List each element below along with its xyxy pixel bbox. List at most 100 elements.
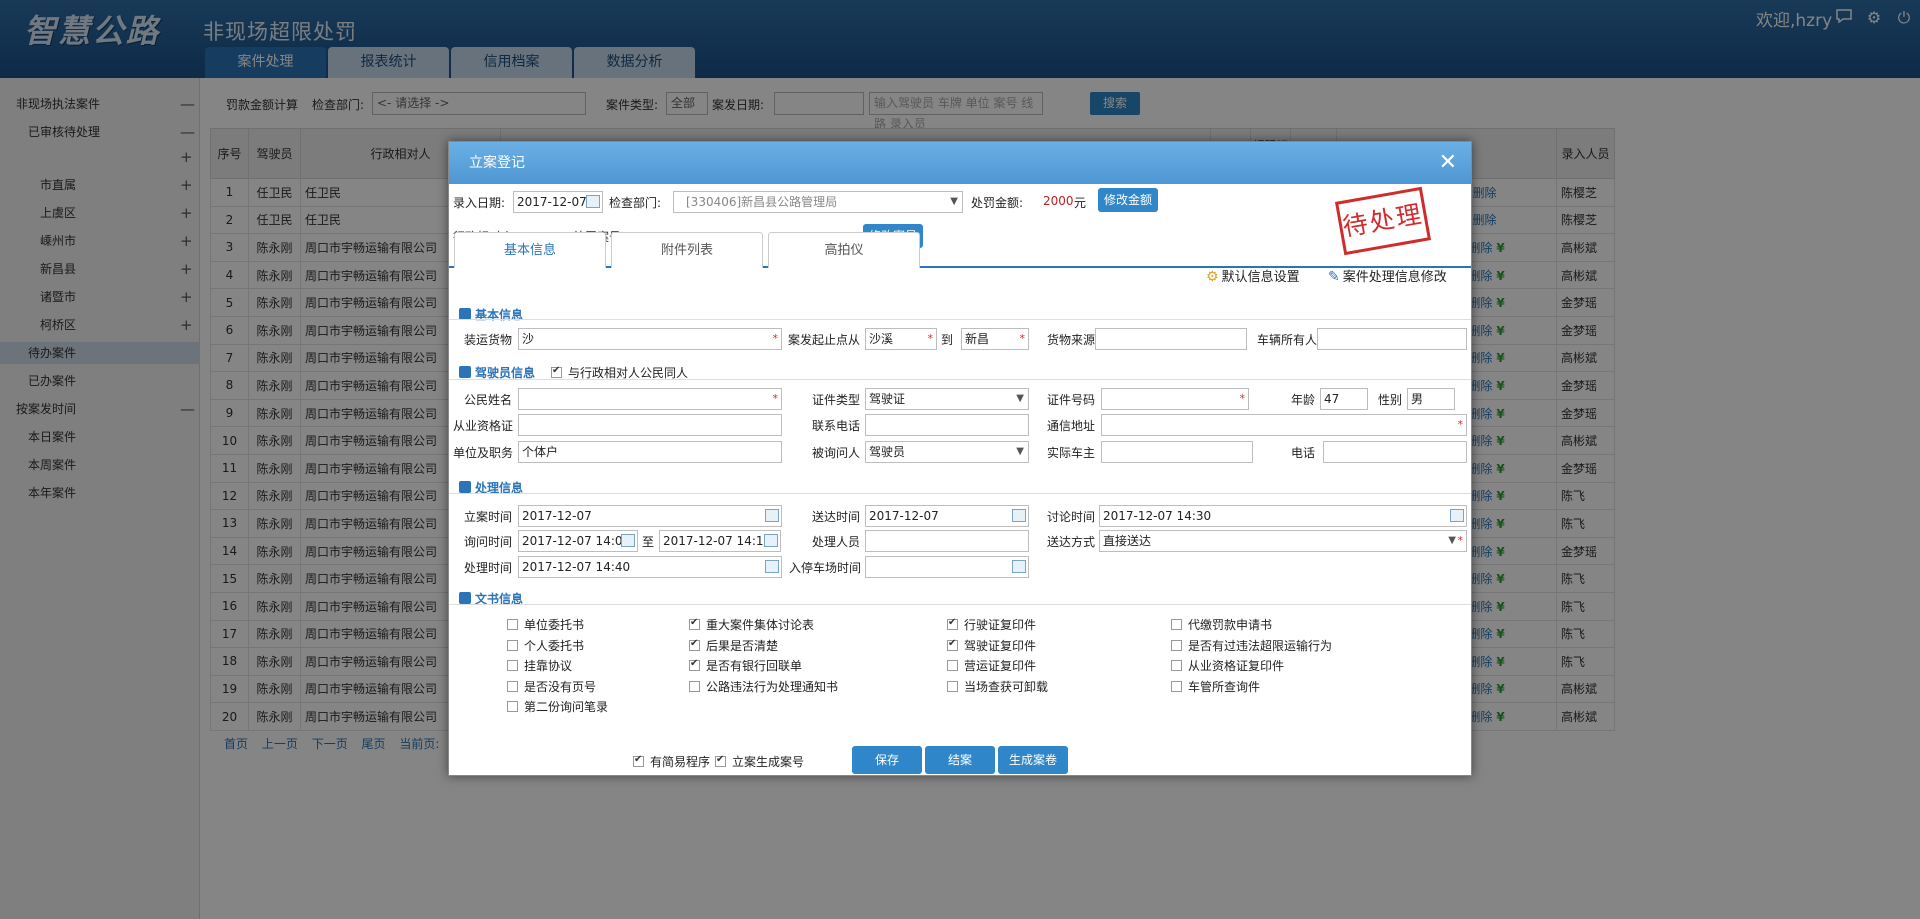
calendar-icon[interactable] [765,509,779,522]
doc-checkbox[interactable]: 公路违法行为处理通知书 [689,678,838,695]
id-no-input[interactable]: * [1101,388,1249,410]
dept-label: 检查部门: [609,196,662,210]
unit-input[interactable]: 个体户 [518,441,782,463]
route-from-input[interactable]: 沙溪 * [865,328,937,350]
doc-checkbox-label: 单位委托书 [524,618,585,632]
vehicle-owner-input[interactable] [1317,328,1467,350]
required-mark: * [1239,392,1246,405]
doc-checkbox-label: 公路违法行为处理通知书 [706,679,839,694]
qualification-input[interactable] [518,414,782,436]
phone-input[interactable] [865,414,1029,436]
route-to-input[interactable]: 新昌 * [961,328,1029,350]
checkbox-mark [507,619,518,630]
send-time-input[interactable]: 2017-12-07 [865,505,1029,527]
source-label: 货物来源 [1047,333,1096,347]
discuss-time-input[interactable]: 2017-12-07 14:30 [1099,505,1467,527]
case-time-input[interactable]: 2017-12-07 [518,505,782,527]
doc-checkbox[interactable]: 当场查获可卸载 [947,678,1048,695]
doc-checkbox[interactable]: 第二份询问笔录 [507,698,608,715]
unit-label: 单位及职务 [453,446,514,460]
park-time-input[interactable] [865,556,1029,578]
close-icon[interactable]: ✕ [1439,152,1457,174]
gen-case-no-checkbox[interactable]: 立案生成案号 [715,753,804,770]
doc-checkbox[interactable]: 个人委托书 [507,637,584,654]
doc-checkbox[interactable]: 后果是否清楚 [689,637,778,654]
address-input[interactable]: * [1101,414,1467,436]
vehicle-owner-label: 车辆所有人 [1257,333,1318,347]
actual-owner-input[interactable] [1101,441,1253,463]
doc-checkbox[interactable]: 从业资格证复印件 [1171,657,1284,674]
gear-icon: ⚙ [1206,269,1219,285]
checkbox-mark [507,680,518,692]
doc-checkbox-label: 第二份询问笔录 [524,700,609,714]
handler-label: 处理人员 [812,535,861,549]
handler-input[interactable] [865,530,1029,552]
calendar-icon[interactable] [1012,509,1026,522]
book-icon [459,481,471,493]
send-way-select[interactable]: 直接送达 ▼ * [1099,530,1467,552]
sex-input[interactable]: 男 [1407,388,1455,410]
checkbox-mark [689,638,700,651]
doc-checkbox-label: 是否没有页号 [524,679,597,694]
ask-to-input[interactable]: 2017-12-07 14:14 [659,530,781,552]
doc-checkbox[interactable]: 是否有过违法超限运输行为 [1171,637,1332,654]
source-input[interactable] [1095,328,1247,350]
tab-scanner[interactable]: 高拍仪 [768,232,920,268]
calendar-icon[interactable] [764,534,778,547]
doc-checkbox-label: 是否有过违法超限运输行为 [1188,638,1333,653]
calendar-icon[interactable] [1012,560,1026,573]
asked-person-select[interactable]: 驾驶员 ▼ [865,441,1029,463]
unit-value: 个体户 [522,445,559,459]
doc-checkbox[interactable]: 是否有银行回联单 [689,657,802,674]
tel-input[interactable] [1323,441,1467,463]
save-button[interactable]: 保存 [852,746,922,774]
book-icon [459,592,471,604]
calendar-icon[interactable] [586,195,600,208]
checkbox-mark [633,754,644,767]
handle-time-input[interactable]: 2017-12-07 14:40 [518,556,782,578]
doc-checkbox[interactable]: 单位委托书 [507,616,584,633]
checkbox-mark [689,617,700,630]
book-icon [459,366,471,378]
id-no-label: 证件号码 [1047,393,1096,407]
dept-select[interactable]: [330406]新昌县公路管理局 ▼ [673,191,963,213]
edit-fine-button[interactable]: 修改金额 [1098,188,1158,212]
required-mark: * [1457,418,1464,431]
doc-checkbox[interactable]: 是否没有页号 [507,678,596,695]
generate-file-button[interactable]: 生成案卷 [998,746,1068,774]
doc-checkbox[interactable]: 挂靠协议 [507,657,572,674]
doc-checkbox-label: 个人委托书 [524,638,585,653]
entry-date-label: 录入日期: [453,196,506,210]
close-case-button[interactable]: 结案 [925,746,995,774]
calendar-icon[interactable] [765,560,779,573]
edit-case-info-label: 案件处理信息修改 [1342,270,1447,285]
send-time-label: 送达时间 [812,510,861,524]
id-type-select[interactable]: 驾驶证 ▼ [865,388,1029,410]
same-as-party-label: 与行政相对人公民同人 [568,366,689,380]
doc-checkbox[interactable]: 行驶证复印件 [947,616,1036,633]
doc-checkbox[interactable]: 重大案件集体讨论表 [689,616,814,633]
edit-case-info-link[interactable]: ✎ 案件处理信息修改 [1328,266,1447,285]
fine-label: 处罚金额: [971,196,1024,210]
driver-name-input[interactable]: * [518,388,782,410]
default-settings-link[interactable]: ⚙ 默认信息设置 [1206,266,1300,285]
status-stamp: 待处理 [1334,186,1432,256]
age-input[interactable]: 47 [1320,388,1368,410]
doc-checkbox[interactable]: 车管所查询件 [1171,678,1260,695]
case-register-dialog: 立案登记 ✕ 录入日期: 2017-12-07 检查部门: [330406]新昌… [448,141,1472,776]
doc-checkbox[interactable]: 驾驶证复印件 [947,637,1036,654]
calendar-icon[interactable] [621,534,635,547]
doc-checkbox[interactable]: 代缴罚款申请书 [1171,616,1272,633]
simple-procedure-checkbox[interactable]: 有简易程序 [633,753,710,770]
section-divider [449,379,1471,380]
fine-unit: 元 [1074,196,1087,210]
doc-checkbox[interactable]: 营运证复印件 [947,657,1036,674]
ask-from-input[interactable]: 2017-12-07 14:04 [518,530,638,552]
entry-date-input[interactable]: 2017-12-07 [513,191,603,213]
route-from-value: 沙溪 [869,332,894,346]
calendar-icon[interactable] [1450,509,1464,522]
send-way-label: 送达方式 [1047,535,1096,549]
tab-basic-info[interactable]: 基本信息 [454,232,606,268]
tab-attachments[interactable]: 附件列表 [611,232,763,268]
cargo-input[interactable]: 沙 * [518,328,782,350]
